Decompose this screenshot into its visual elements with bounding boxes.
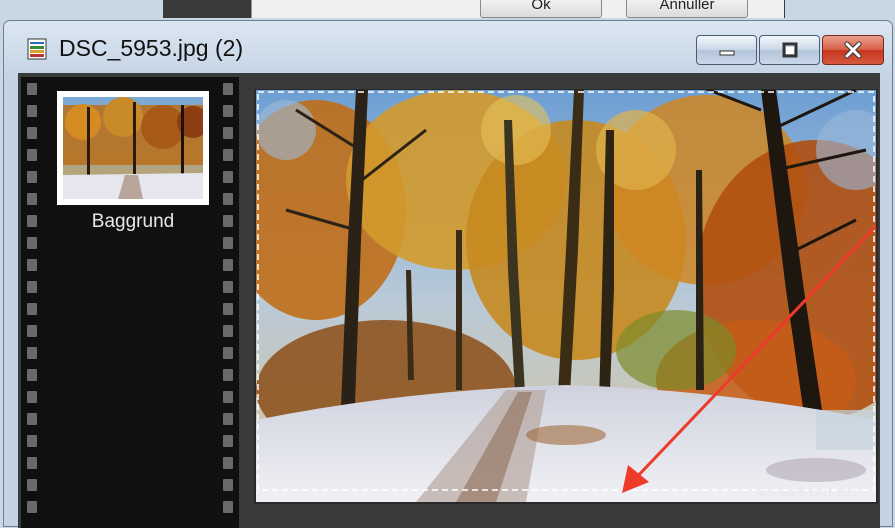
film-perforation [223, 347, 233, 359]
film-perforation [223, 303, 233, 315]
film-perforation [27, 193, 37, 205]
film-perforation [27, 479, 37, 491]
film-perforation [27, 127, 37, 139]
film-perforation [223, 501, 233, 513]
film-perforation [223, 281, 233, 293]
title-bar[interactable]: DSC_5953.jpg (2) [4, 21, 892, 71]
film-perforation [27, 105, 37, 117]
background-dialog-panel: Ok Annuller [251, 0, 784, 18]
film-perforation [223, 479, 233, 491]
layer-name-label[interactable]: Baggrund [51, 211, 215, 233]
film-perforation [27, 347, 37, 359]
layers-filmstrip: Baggrund [21, 77, 239, 528]
film-perforation [27, 149, 37, 161]
maximize-button[interactable] [759, 35, 820, 65]
image-document-icon [27, 38, 47, 60]
image-canvas[interactable]: John Neill © 13-11-2016 [254, 89, 878, 504]
autumn-forest-thumbnail [63, 97, 203, 199]
film-perforation [223, 193, 233, 205]
ok-button[interactable]: Ok [480, 0, 602, 18]
film-perforation [27, 237, 37, 249]
film-perforation [223, 457, 233, 469]
minimize-icon [719, 50, 734, 56]
film-perforation [223, 413, 233, 425]
maximize-icon [782, 42, 797, 58]
layer-thumbnail[interactable] [57, 91, 209, 205]
film-perforation [223, 127, 233, 139]
autumn-forest-photo [256, 90, 876, 502]
film-perforation [223, 171, 233, 183]
image-window: DSC_5953.jpg (2) Baggrund John Neill © 1… [3, 20, 893, 528]
film-perforation [223, 237, 233, 249]
film-perforation [27, 171, 37, 183]
film-perforation [27, 325, 37, 337]
film-perforation [223, 149, 233, 161]
photo-watermark: John Neill © 13-11-2016 [754, 488, 858, 498]
film-perforation [27, 457, 37, 469]
film-perforation [223, 435, 233, 447]
film-perforation [223, 215, 233, 227]
film-perforation [223, 83, 233, 95]
film-perforations-left [25, 77, 39, 528]
close-button[interactable] [822, 35, 884, 65]
background-dialog: Ok Annuller [163, 0, 785, 18]
window-title: DSC_5953.jpg (2) [59, 35, 244, 61]
film-perforation [27, 413, 37, 425]
film-perforation [223, 325, 233, 337]
film-perforation [27, 435, 37, 447]
film-perforation [27, 215, 37, 227]
film-perforation [27, 369, 37, 381]
film-perforation [27, 281, 37, 293]
window-content: Baggrund John Neill © 13-11-2016 [18, 73, 880, 528]
film-perforation [27, 259, 37, 271]
film-perforation [27, 303, 37, 315]
film-perforations-right [221, 77, 235, 528]
minimize-button[interactable] [696, 35, 757, 65]
film-perforation [27, 83, 37, 95]
film-perforation [27, 501, 37, 513]
film-perforation [27, 391, 37, 403]
film-perforation [223, 105, 233, 117]
film-perforation [223, 259, 233, 271]
cancel-button[interactable]: Annuller [626, 0, 748, 18]
close-icon [844, 41, 862, 59]
film-perforation [223, 369, 233, 381]
film-perforation [223, 391, 233, 403]
